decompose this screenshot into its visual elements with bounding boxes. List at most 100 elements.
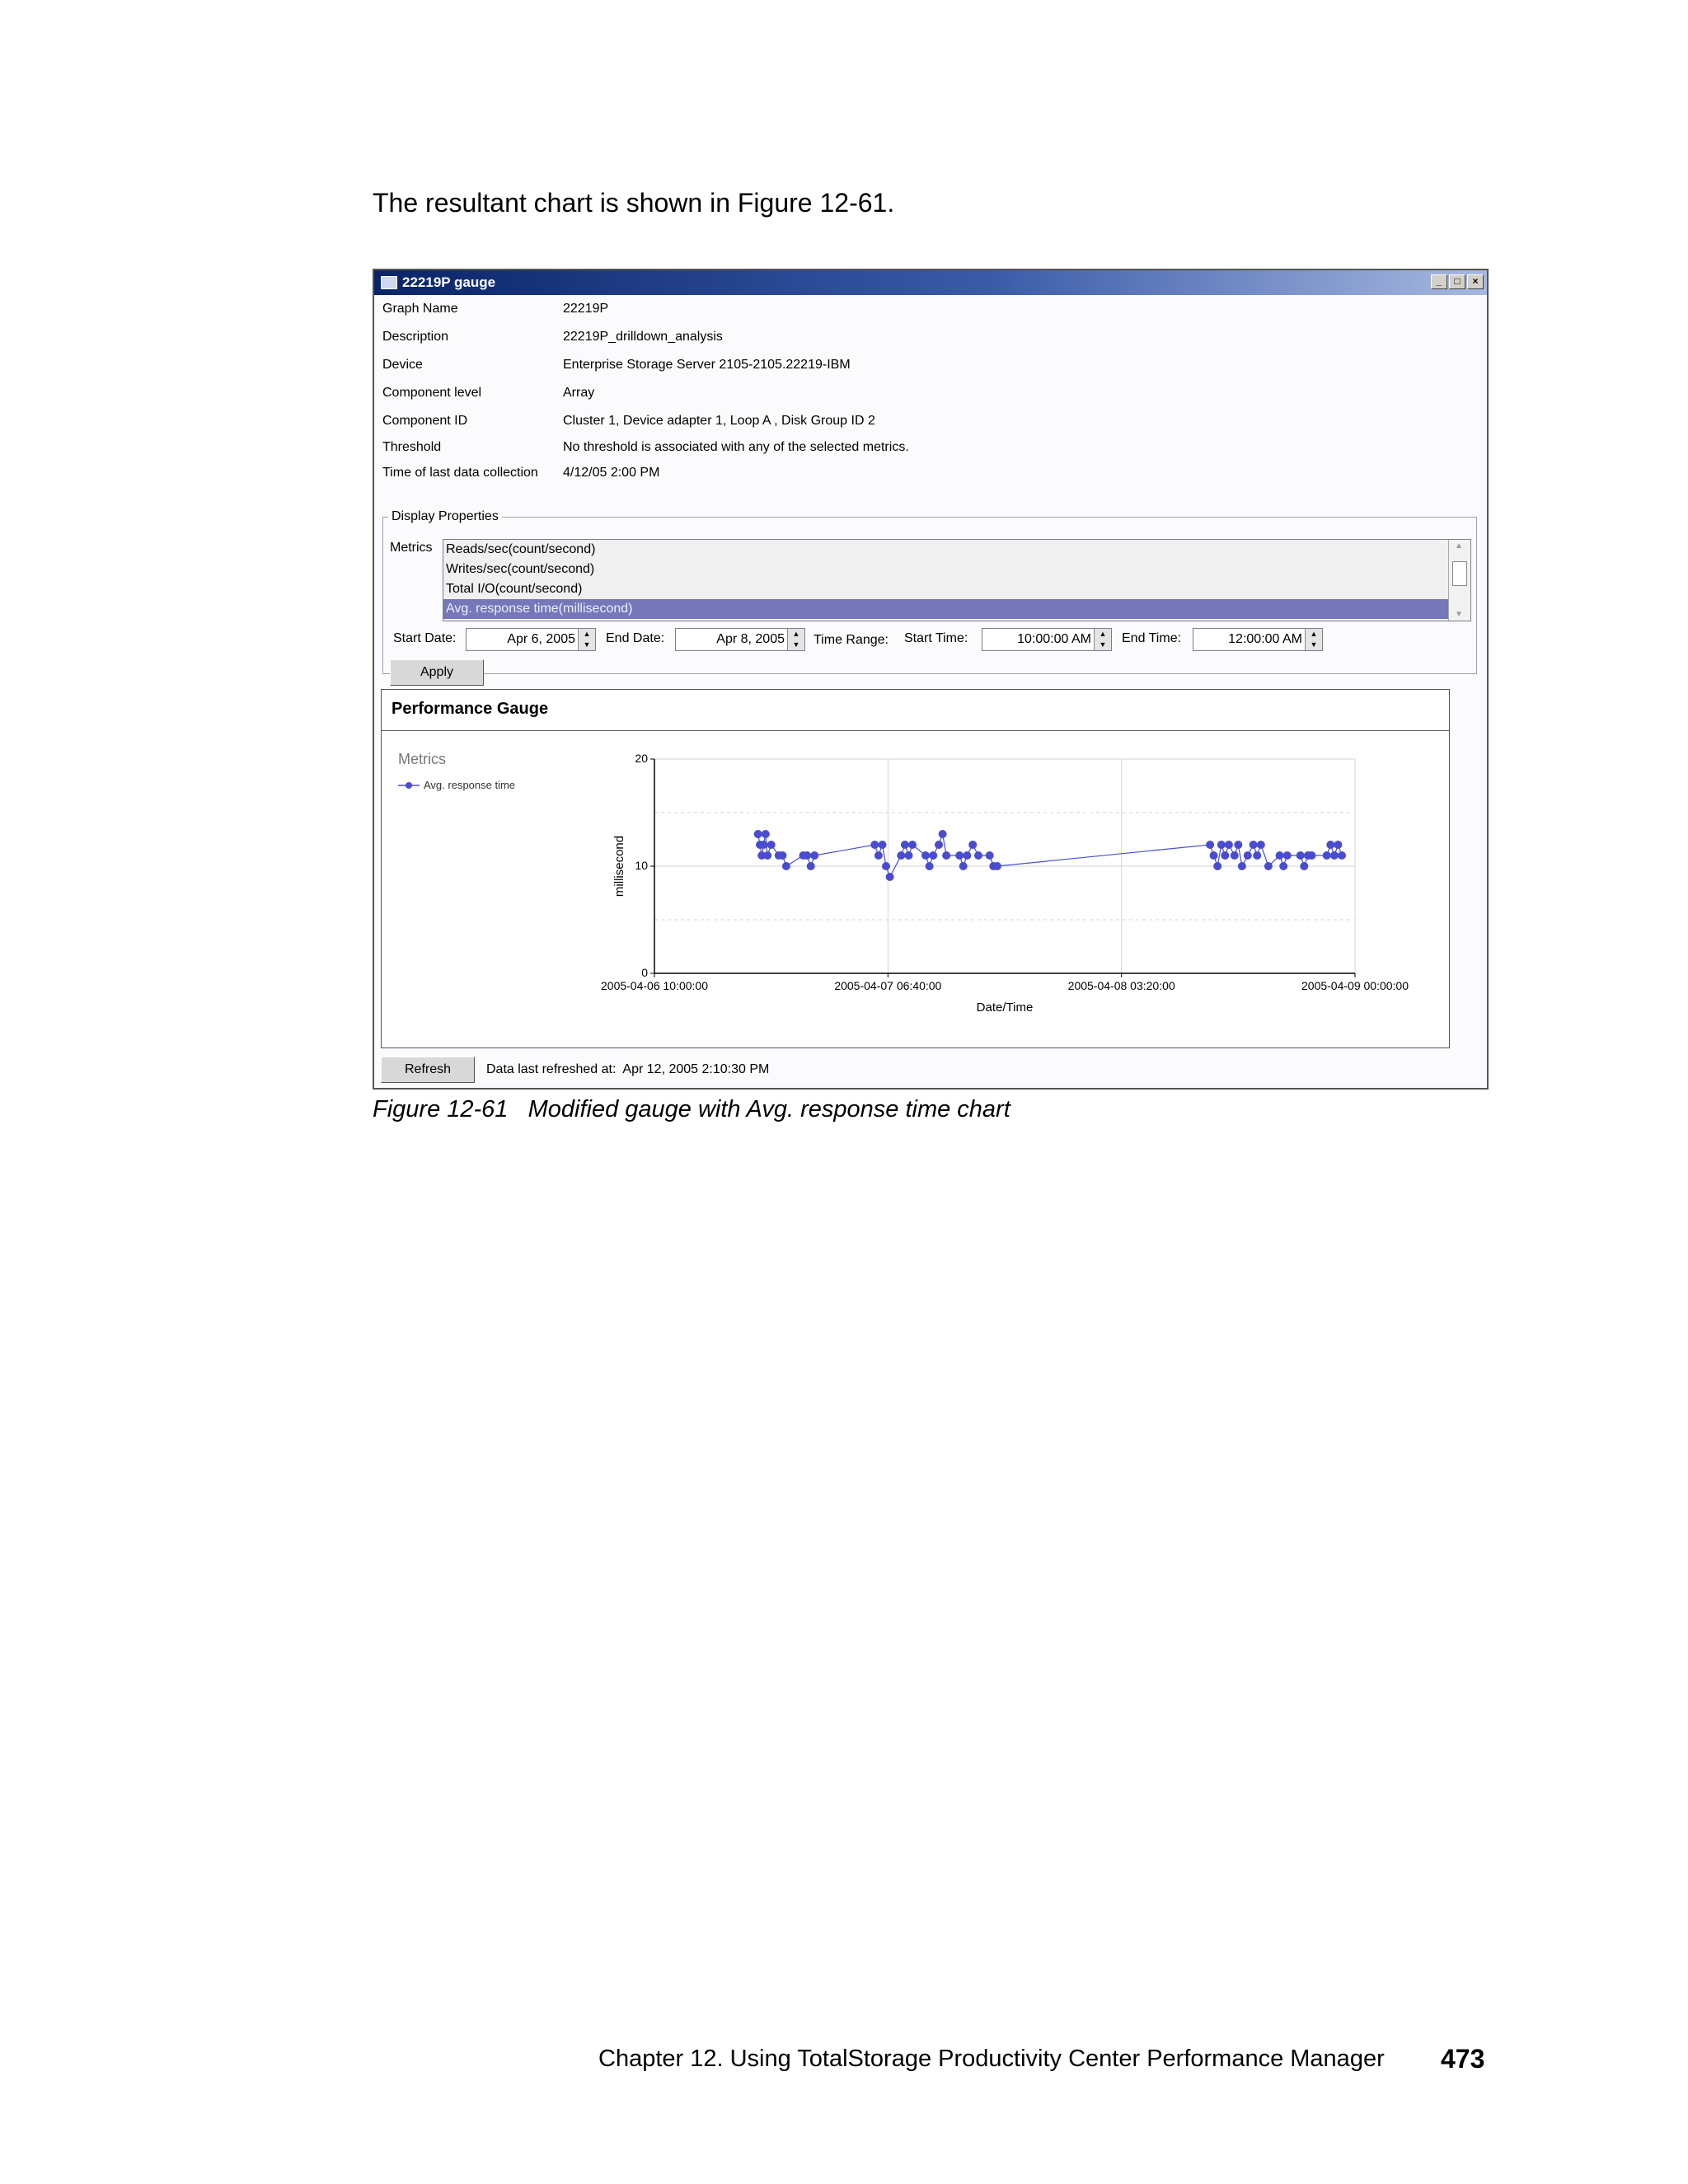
legend-title: Metrics (398, 751, 446, 767)
start-time-spinner[interactable]: 10:00:00 AM ▲ ▼ (982, 628, 1112, 651)
data-point (1279, 862, 1288, 870)
data-point (885, 873, 894, 881)
metric-option[interactable]: Total I/O(count/second) (443, 579, 1470, 599)
metric-option[interactable]: Reads/sec(count/second) (443, 540, 1470, 560)
end-date-spinner[interactable]: Apr 8, 2005 ▲ ▼ (675, 628, 805, 651)
data-point (1256, 841, 1265, 849)
data-point (870, 841, 879, 849)
data-point (1224, 841, 1233, 849)
close-button[interactable]: × (1467, 274, 1484, 289)
x-axis-label: Date/Time (977, 1001, 1034, 1015)
spin-up-icon[interactable]: ▲ (579, 629, 595, 640)
start-time-label: Start Time: (904, 631, 968, 645)
spin-up-icon[interactable]: ▲ (788, 629, 804, 640)
data-point (767, 841, 776, 849)
metrics-listbox[interactable]: Reads/sec(count/second) Writes/sec(count… (443, 539, 1471, 621)
data-point (874, 851, 883, 860)
end-date-value: Apr 8, 2005 (716, 632, 785, 646)
data-point (959, 862, 968, 870)
data-point (1237, 862, 1246, 870)
property-value: Enterprise Storage Server 2105-2105.2221… (563, 358, 851, 372)
status-bar: Refresh Data last refreshed at: Apr 12, … (374, 1055, 1487, 1085)
property-value: No threshold is associated with any of t… (563, 440, 909, 454)
data-point (968, 841, 978, 849)
y-tick-label: 10 (635, 859, 648, 872)
data-point (1307, 851, 1316, 860)
y-axis-label: millisecond (612, 836, 626, 897)
property-label: Component ID (382, 414, 468, 428)
data-point (1326, 841, 1335, 849)
date-range-row: Start Date: Apr 6, 2005 ▲ ▼ End Date: Apr… (383, 626, 1476, 653)
page-footer-chapter: Chapter 12. Using TotalStorage Productiv… (598, 2046, 1385, 2072)
property-value: 4/12/05 2:00 PM (563, 466, 660, 480)
property-value: 22219P_drilldown_analysis (563, 330, 723, 344)
spin-down-icon[interactable]: ▼ (788, 640, 804, 650)
data-point (1338, 851, 1346, 860)
data-point (1275, 851, 1284, 860)
start-date-spinner[interactable]: Apr 6, 2005 ▲ ▼ (466, 628, 596, 651)
data-point (882, 862, 890, 870)
data-point (759, 841, 768, 849)
scroll-up-arrow-icon[interactable]: ▲ (1455, 541, 1463, 551)
data-point (992, 862, 1001, 870)
data-point (878, 841, 887, 849)
end-time-value: 12:00:00 AM (1228, 632, 1302, 646)
data-point (1296, 851, 1305, 860)
metric-option[interactable]: Writes/sec(count/second) (443, 560, 1470, 579)
start-time-value: 10:00:00 AM (1017, 632, 1091, 646)
performance-chart: 0 10 20 2005-04-06 10:00:00 2005-04-07 06:40… (601, 752, 1409, 1015)
spin-down-icon[interactable]: ▼ (1095, 640, 1111, 650)
data-point (1234, 841, 1243, 849)
data-point (955, 851, 964, 860)
spin-up-icon[interactable]: ▲ (1306, 629, 1322, 640)
data-point (900, 841, 909, 849)
display-properties-legend: Display Properties (392, 509, 499, 523)
window-titlebar[interactable]: 22219P gauge _ □ × (374, 270, 1487, 295)
spin-down-icon[interactable]: ▼ (1306, 640, 1322, 650)
gauge-window: 22219P gauge _ □ × Graph Name 22219P Des… (373, 269, 1489, 1090)
data-point (753, 830, 762, 838)
spin-down-icon[interactable]: ▼ (579, 640, 595, 650)
data-point (963, 851, 972, 860)
gauge-title: Performance Gauge (382, 690, 1449, 731)
data-point (763, 851, 772, 860)
last-refreshed-text: Data last refreshed at: Apr 12, 2005 2:1… (486, 1062, 770, 1076)
start-date-value: Apr 6, 2005 (507, 632, 575, 646)
metrics-scrollbar[interactable]: ▲ ▼ (1448, 540, 1470, 621)
data-point (1243, 851, 1252, 860)
scroll-down-arrow-icon[interactable]: ▼ (1455, 610, 1463, 619)
end-date-label: End Date: (606, 631, 665, 645)
data-point (925, 862, 934, 870)
x-tick-label: 2005-04-06 10:00:00 (601, 979, 708, 992)
y-tick-label: 20 (635, 752, 648, 765)
metrics-label: Metrics (390, 541, 433, 555)
data-point (1221, 851, 1230, 860)
data-point (904, 851, 913, 860)
data-point (803, 851, 812, 860)
data-point (897, 851, 906, 860)
data-point (761, 830, 770, 838)
data-point (1334, 841, 1343, 849)
apply-button[interactable]: Apply (390, 659, 484, 686)
scroll-thumb[interactable] (1452, 561, 1467, 586)
data-point (1264, 862, 1273, 870)
refresh-button[interactable]: Refresh (381, 1057, 475, 1083)
legend-series-label: Avg. response time (424, 779, 516, 791)
x-tick-label: 2005-04-09 00:00:00 (1301, 979, 1409, 992)
maximize-button[interactable]: □ (1449, 274, 1465, 289)
data-point (1217, 841, 1226, 849)
minimize-button[interactable]: _ (1431, 274, 1447, 289)
data-point (1213, 862, 1222, 870)
property-label: Threshold (382, 440, 442, 454)
legend-item: Avg. response time (398, 779, 515, 791)
spin-up-icon[interactable]: ▲ (1095, 629, 1111, 640)
property-value: 22219P (563, 302, 609, 316)
data-point (810, 851, 819, 860)
display-properties-group: Display Properties Metrics Reads/sec(cou… (382, 509, 1477, 686)
metric-option-selected[interactable]: Avg. response time(millisecond) (443, 599, 1470, 619)
data-point (974, 851, 982, 860)
x-tick-label: 2005-04-07 06:40:00 (834, 979, 941, 992)
data-point (781, 862, 790, 870)
intro-text: The resultant chart is shown in Figure 1… (373, 188, 895, 218)
end-time-spinner[interactable]: 12:00:00 AM ▲ ▼ (1193, 628, 1323, 651)
